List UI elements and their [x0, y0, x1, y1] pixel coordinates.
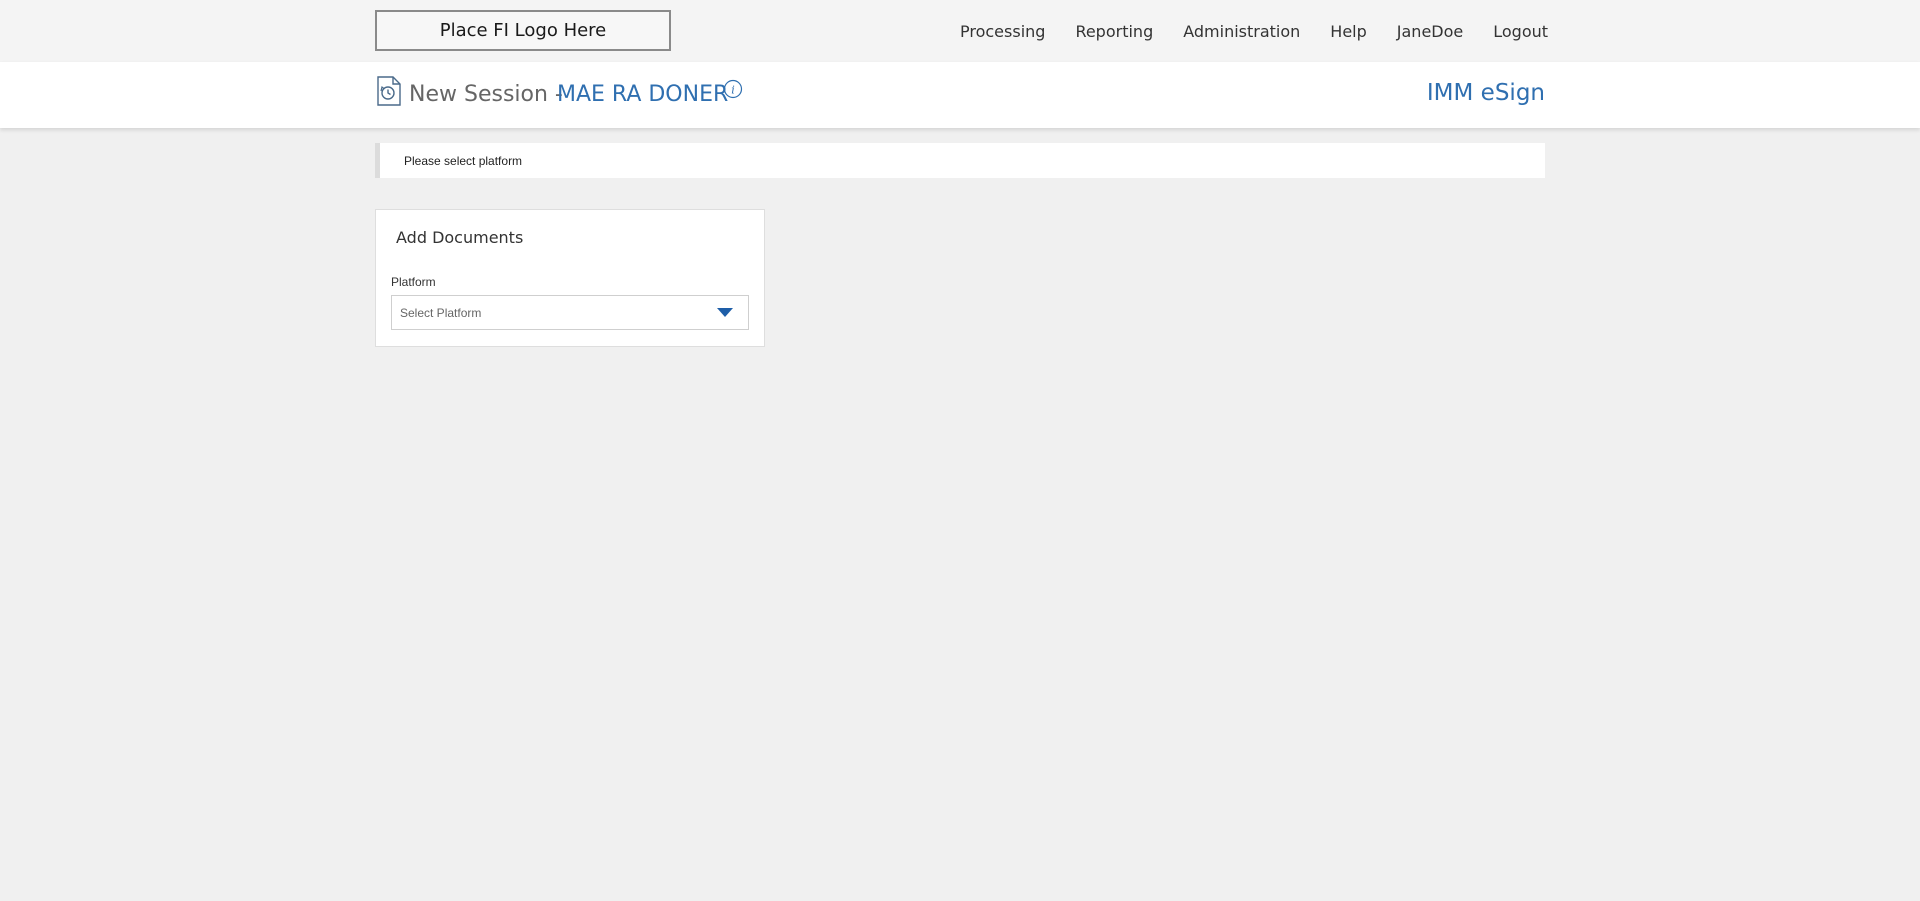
nav-processing[interactable]: Processing: [960, 22, 1045, 41]
status-message-bar: Please select platform: [375, 143, 1545, 178]
top-navigation-bar: Place FI Logo Here Processing Reporting …: [0, 0, 1920, 62]
nav-help[interactable]: Help: [1330, 22, 1366, 41]
main-nav: Processing Reporting Administration Help…: [960, 22, 1548, 41]
nav-user[interactable]: JaneDoe: [1397, 22, 1463, 41]
nav-logout[interactable]: Logout: [1493, 22, 1548, 41]
session-customer-name: MAE RA DONER: [557, 82, 729, 107]
platform-label: Platform: [391, 275, 436, 289]
page-title: New Session -: [409, 82, 563, 107]
panel-title: Add Documents: [396, 228, 524, 247]
info-icon[interactable]: i: [723, 79, 743, 99]
nav-reporting[interactable]: Reporting: [1075, 22, 1153, 41]
add-documents-panel: Add Documents Platform Select Platform: [375, 209, 765, 347]
app-name: IMM eSign: [1426, 80, 1545, 106]
document-history-icon[interactable]: [376, 76, 402, 106]
nav-administration[interactable]: Administration: [1183, 22, 1300, 41]
platform-select-placeholder: Select Platform: [400, 306, 482, 320]
logo-text: Place FI Logo Here: [439, 20, 607, 41]
svg-text:i: i: [731, 84, 735, 97]
session-header: New Session - MAE RA DONER i IMM eSign: [0, 62, 1920, 128]
status-message: Please select platform: [404, 154, 523, 168]
platform-select[interactable]: Select Platform: [391, 295, 749, 330]
chevron-down-icon[interactable]: [717, 308, 733, 317]
fi-logo-placeholder[interactable]: Place FI Logo Here: [375, 10, 671, 51]
